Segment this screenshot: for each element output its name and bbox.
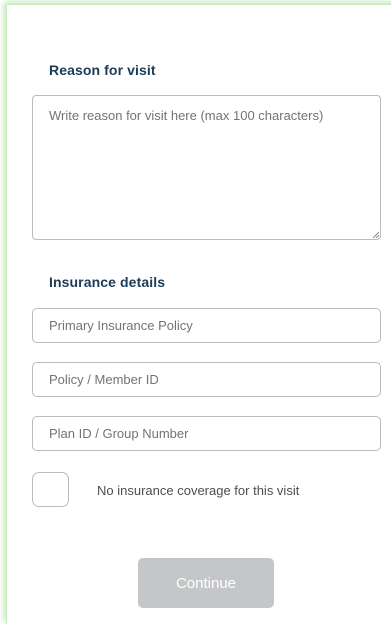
reason-for-visit-heading: Reason for visit xyxy=(49,62,156,78)
no-coverage-checkbox[interactable] xyxy=(32,472,69,507)
policy-member-id-input[interactable] xyxy=(32,362,381,397)
continue-button[interactable]: Continue xyxy=(138,558,274,608)
plan-group-number-input[interactable] xyxy=(32,416,381,451)
primary-insurance-policy-input[interactable] xyxy=(32,308,381,343)
resize-grip-icon[interactable] xyxy=(372,231,379,238)
insurance-details-heading: Insurance details xyxy=(49,274,166,290)
no-coverage-label: No insurance coverage for this visit xyxy=(97,483,300,498)
reason-for-visit-textarea[interactable] xyxy=(32,95,381,240)
